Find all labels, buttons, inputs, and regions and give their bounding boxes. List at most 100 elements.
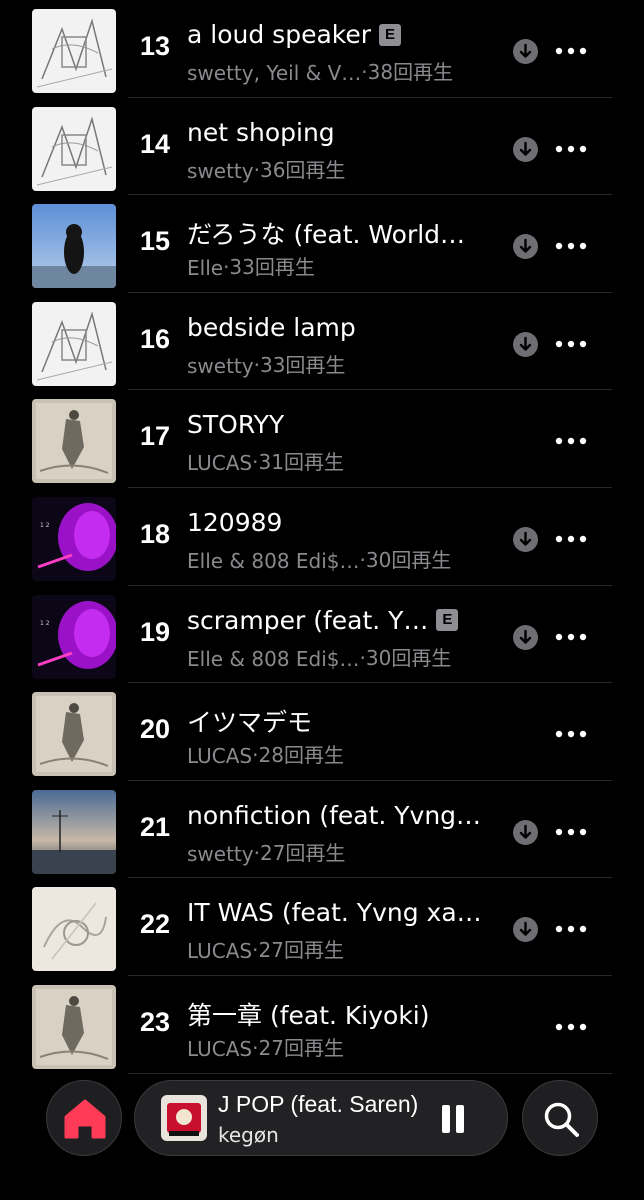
track-row[interactable]: 14 net shoping swetty·36回再生 — [0, 98, 644, 196]
more-icon[interactable] — [553, 428, 589, 454]
album-artwork — [32, 106, 116, 191]
track-artist: swetty — [187, 158, 254, 183]
track-title: STORYY — [187, 410, 284, 439]
download-icon — [513, 39, 538, 64]
track-subtitle: swetty·27回再生 — [187, 837, 345, 866]
more-icon[interactable] — [553, 819, 589, 845]
track-subtitle: LUCAS·28回再生 — [187, 739, 344, 768]
track-title: bedside lamp — [187, 313, 356, 342]
search-button[interactable] — [522, 1080, 598, 1156]
more-icon[interactable] — [553, 38, 589, 64]
album-artwork — [32, 9, 116, 93]
track-title: 120989 — [187, 508, 282, 537]
track-row[interactable]: 20 イツマデモ LUCAS·28回再生 — [0, 683, 644, 781]
album-artwork — [32, 887, 116, 972]
search-icon — [544, 1102, 579, 1137]
track-title: イツマデモ — [187, 703, 312, 739]
track-artist: Elle & 808 Edi$… — [187, 646, 360, 671]
track-title-text: だろうな (feat. World… — [187, 220, 466, 250]
pause-icon[interactable] — [440, 1103, 466, 1135]
play-count: 30回再生 — [365, 645, 452, 670]
track-row[interactable]: 13 a loud speaker E swetty, Yeil & V…·38… — [0, 0, 644, 98]
track-title: だろうな (feat. World… — [187, 215, 465, 251]
download-icon — [513, 331, 538, 357]
play-count: 33回再生 — [259, 352, 346, 377]
track-title-text: 第一章 (feat. Kiyoki) — [187, 1000, 430, 1030]
more-icon[interactable] — [553, 721, 589, 747]
download-icon — [513, 624, 538, 650]
track-artist: swetty — [187, 353, 254, 378]
track-subtitle: swetty·33回再生 — [187, 349, 345, 378]
play-count: 36回再生 — [259, 157, 346, 182]
track-row[interactable]: 15 だろうな (feat. World… Elle·33回再生 — [0, 195, 644, 293]
mini-player[interactable]: J POP (feat. Saren) kegøn — [134, 1080, 508, 1156]
more-icon[interactable] — [553, 526, 589, 552]
track-artist: Elle & 808 Edi$… — [187, 548, 360, 573]
more-icon[interactable] — [553, 1014, 589, 1040]
track-rank: 17 — [139, 421, 171, 452]
explicit-badge: E — [379, 23, 402, 46]
track-artist: LUCAS — [187, 939, 253, 964]
download-icon — [513, 234, 538, 260]
home-button[interactable] — [46, 1080, 122, 1156]
track-subtitle: Elle & 808 Edi$…·30回再生 — [187, 544, 451, 573]
track-subtitle: LUCAS·27回再生 — [187, 934, 344, 963]
track-title-text: net shoping — [187, 117, 335, 147]
track-artist: LUCAS — [187, 451, 253, 476]
play-count: 27回再生 — [259, 840, 346, 865]
track-rank: 16 — [139, 323, 171, 354]
home-icon — [64, 1099, 106, 1139]
track-title: IT WAS (feat. Yvng xa… — [187, 898, 482, 927]
download-icon — [513, 136, 538, 162]
track-row[interactable]: 22 IT WAS (feat. Yvng xa… LUCAS·27回再生 — [0, 878, 644, 976]
play-count: 28回再生 — [258, 743, 344, 768]
track-title: scramper (feat. Y… E — [187, 605, 459, 635]
play-count: 27回再生 — [258, 938, 344, 963]
track-artist: swetty, Yeil & V… — [187, 61, 362, 85]
row-divider — [128, 1072, 612, 1074]
more-icon[interactable] — [553, 331, 589, 357]
more-icon[interactable] — [553, 233, 589, 259]
track-row[interactable]: 17 STORYY LUCAS·31回再生 — [0, 390, 644, 488]
track-row[interactable]: 23 第一章 (feat. Kiyoki) LUCAS·27回再生 — [0, 976, 644, 1074]
track-artist: swetty — [187, 841, 254, 866]
download-icon — [513, 917, 538, 943]
track-row[interactable]: 1 2 18 120989 Elle & 808 Edi$…·30回再生 — [0, 488, 644, 586]
track-subtitle: Elle·33回再生 — [187, 251, 315, 280]
track-title: 第一章 (feat. Kiyoki) — [187, 996, 430, 1032]
more-icon[interactable] — [553, 624, 589, 650]
track-row[interactable]: 16 bedside lamp swetty·33回再生 — [0, 293, 644, 391]
track-row[interactable]: 1 2 19 scramper (feat. Y… E Elle & 808 E… — [0, 586, 644, 684]
track-rank: 21 — [139, 811, 171, 842]
album-artwork — [32, 984, 116, 1069]
track-rank: 19 — [139, 616, 171, 647]
track-list: 13 a loud speaker E swetty, Yeil & V…·38… — [0, 0, 644, 1074]
explicit-badge: E — [436, 609, 459, 632]
track-title-text: nonfiction (feat. Yvng… — [187, 800, 482, 830]
track-title-text: scramper (feat. Y… — [187, 605, 429, 635]
play-count: 33回再生 — [229, 255, 315, 280]
more-icon[interactable] — [553, 136, 589, 162]
track-rank: 20 — [139, 714, 171, 745]
svg-text:1 2: 1 2 — [40, 620, 50, 627]
svg-text:1 2: 1 2 — [40, 522, 50, 529]
track-title-text: イツマデモ — [187, 708, 313, 738]
track-title-text: IT WAS (feat. Yvng xa… — [187, 898, 482, 928]
track-rank: 23 — [139, 1006, 171, 1037]
track-rank: 18 — [139, 518, 171, 549]
track-artist: Elle — [187, 256, 224, 281]
track-title-text: bedside lamp — [187, 312, 356, 342]
track-rank: 13 — [139, 31, 171, 61]
album-artwork — [32, 692, 116, 777]
track-artist: LUCAS — [187, 744, 253, 769]
more-icon[interactable] — [553, 916, 589, 942]
play-count: 38回再生 — [367, 60, 454, 84]
track-row[interactable]: 21 nonfiction (feat. Yvng… swetty·27回再生 — [0, 781, 644, 879]
download-icon — [513, 526, 538, 552]
track-rank: 22 — [139, 909, 171, 940]
track-subtitle: swetty·36回再生 — [187, 154, 345, 183]
track-artist: LUCAS — [187, 1036, 253, 1061]
track-subtitle: swetty, Yeil & V…·38回再生 — [187, 56, 453, 85]
album-artwork: 1 2 — [32, 594, 116, 679]
album-artwork — [32, 789, 116, 874]
